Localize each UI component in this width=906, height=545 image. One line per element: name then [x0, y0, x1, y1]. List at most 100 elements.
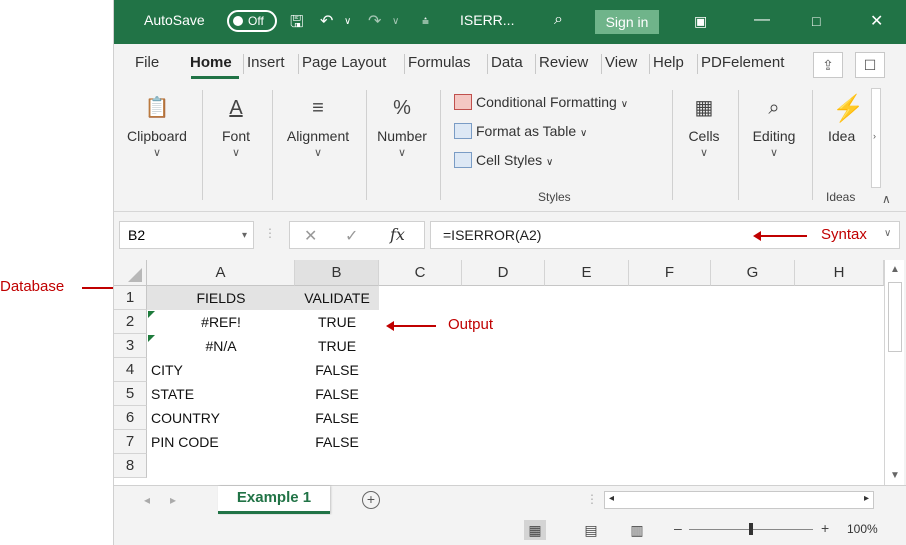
undo-icon[interactable]: ↶	[320, 11, 333, 31]
name-box-value: B2	[128, 227, 146, 243]
align-lines-icon: ≡	[312, 97, 324, 119]
tab-page-layout[interactable]: Page Layout	[302, 54, 386, 71]
cell-b6[interactable]: FALSE	[295, 406, 379, 430]
cell-a6[interactable]: COUNTRY	[151, 406, 295, 430]
zoom-slider-knob[interactable]	[749, 523, 753, 535]
column-header-d[interactable]: D	[462, 260, 545, 286]
cell-a7[interactable]: PIN CODE	[151, 430, 295, 454]
save-icon[interactable]: 🖫	[290, 11, 304, 38]
scroll-down-icon[interactable]: ▼	[890, 470, 900, 481]
row-header-1[interactable]: 1	[114, 286, 147, 310]
page-layout-view-icon[interactable]: ▤	[580, 520, 602, 540]
collapse-ribbon-icon[interactable]: ∧	[882, 192, 891, 206]
ribbon-display-options-icon[interactable]: ▣	[694, 13, 707, 30]
row-header-3[interactable]: 3	[114, 334, 147, 358]
name-box[interactable]: B2 ▾	[119, 221, 254, 249]
close-icon[interactable]: ✕	[870, 11, 883, 31]
redo-icon[interactable]: ↷	[368, 11, 381, 31]
cell-a4[interactable]: CITY	[151, 358, 295, 382]
page-break-view-icon[interactable]: ▥	[626, 520, 648, 540]
scroll-right-icon[interactable]: ▸	[864, 493, 869, 504]
normal-view-icon[interactable]: ▦	[524, 520, 546, 540]
column-header-e[interactable]: E	[545, 260, 629, 286]
cell-a5[interactable]: STATE	[151, 382, 295, 406]
row-header-4[interactable]: 4	[114, 358, 147, 382]
undo-dropdown-icon[interactable]: ∨	[344, 16, 351, 27]
share-icon[interactable]: ⇪	[813, 52, 843, 78]
row-header-7[interactable]: 7	[114, 430, 147, 454]
conditional-formatting-button[interactable]: Conditional Formatting ∨	[454, 94, 628, 110]
sheet-tab-example-1[interactable]: Example 1	[218, 486, 330, 514]
cell-a2[interactable]: #REF!	[147, 310, 295, 334]
column-header-f[interactable]: F	[629, 260, 711, 286]
vertical-scroll-thumb[interactable]	[888, 282, 902, 352]
column-header-a[interactable]: A	[147, 260, 295, 286]
cell-b5[interactable]: FALSE	[295, 382, 379, 406]
cell-a1[interactable]: FIELDS	[147, 286, 295, 310]
zoom-out-icon[interactable]: –	[674, 520, 682, 536]
font-group[interactable]: A Font ∨	[208, 82, 264, 202]
tab-home[interactable]: Home	[190, 54, 232, 71]
cell-a3[interactable]: #N/A	[147, 334, 295, 358]
zoom-in-icon[interactable]: +	[821, 520, 829, 536]
row-header-5[interactable]: 5	[114, 382, 147, 406]
row-header-2[interactable]: 2	[114, 310, 147, 334]
row-header-8[interactable]: 8	[114, 454, 147, 478]
excel-window: AutoSave Off 🖫 ↶ ∨ ↷ ∨ ⩮ ISERR... ⌕ Sign…	[113, 0, 906, 545]
scroll-up-icon[interactable]: ▲	[890, 264, 900, 275]
ideas-group[interactable]: ⚡ Idea	[818, 82, 868, 202]
format-as-table-button[interactable]: Format as Table ∨	[454, 123, 587, 139]
redo-dropdown-icon[interactable]: ∨	[392, 16, 399, 27]
tab-help[interactable]: Help	[653, 54, 684, 71]
cell-styles-button[interactable]: Cell Styles ∨	[454, 152, 553, 168]
search-icon[interactable]: ⌕	[554, 11, 563, 29]
tab-split-grip-icon[interactable]: ⋮	[586, 492, 598, 506]
customize-toolbar-icon[interactable]: ⩮	[422, 14, 429, 29]
tab-pdfelement[interactable]: PDFelement	[701, 54, 784, 71]
expand-formula-bar-icon[interactable]: ∨	[884, 228, 891, 239]
cell-b1[interactable]: VALIDATE	[295, 286, 379, 310]
tab-file[interactable]: File	[135, 54, 159, 71]
number-group[interactable]: % Number ∨	[370, 82, 434, 202]
cell-b2[interactable]: TRUE	[295, 310, 379, 334]
horizontal-scrollbar[interactable]: ◂ ▸	[604, 491, 874, 509]
tab-view[interactable]: View	[605, 54, 637, 71]
enter-icon[interactable]: ✓	[345, 226, 358, 246]
column-header-c[interactable]: C	[379, 260, 462, 286]
comments-icon[interactable]: ☐	[855, 52, 885, 78]
next-sheet-icon[interactable]: ▸	[170, 493, 176, 507]
editing-group[interactable]: ⌕ Editing ∨	[742, 82, 806, 202]
tab-review[interactable]: Review	[539, 54, 588, 71]
scroll-left-icon[interactable]: ◂	[609, 493, 614, 504]
row-header-6[interactable]: 6	[114, 406, 147, 430]
cells-group[interactable]: ▦ Cells ∨	[678, 82, 730, 202]
ribbon-divider	[812, 90, 813, 200]
cell-b4[interactable]: FALSE	[295, 358, 379, 382]
ribbon-divider	[738, 90, 739, 200]
annotation-database: Database	[0, 278, 65, 295]
insert-function-icon[interactable]: fx	[390, 225, 405, 244]
tab-data[interactable]: Data	[491, 54, 523, 71]
vertical-scrollbar[interactable]: ▲ ▼	[884, 260, 904, 485]
select-all-corner[interactable]	[114, 260, 147, 286]
tab-insert[interactable]: Insert	[247, 54, 285, 71]
cell-b7[interactable]: FALSE	[295, 430, 379, 454]
column-header-b[interactable]: B	[295, 260, 379, 286]
column-header-g[interactable]: G	[711, 260, 795, 286]
maximize-icon[interactable]: □	[812, 13, 820, 29]
sign-in-button[interactable]: Sign in	[595, 10, 659, 34]
prev-sheet-icon[interactable]: ◂	[144, 493, 150, 507]
clipboard-group[interactable]: 📋 Clipboard ∨	[120, 82, 194, 202]
chevron-down-icon: ∨	[620, 99, 629, 110]
add-sheet-icon[interactable]: +	[362, 491, 380, 509]
zoom-level[interactable]: 100%	[847, 522, 878, 536]
cell-b3[interactable]: TRUE	[295, 334, 379, 358]
alignment-group[interactable]: ≡ Alignment ∨	[278, 82, 358, 202]
autosave-toggle[interactable]: Off	[227, 10, 277, 32]
minimize-icon[interactable]: —	[754, 11, 770, 29]
menu-divider	[298, 54, 299, 74]
column-header-h[interactable]: H	[795, 260, 884, 286]
tab-formulas[interactable]: Formulas	[408, 54, 471, 71]
cancel-icon[interactable]: ✕	[304, 226, 317, 246]
ribbon-scroll-right[interactable]: ›	[871, 88, 881, 188]
